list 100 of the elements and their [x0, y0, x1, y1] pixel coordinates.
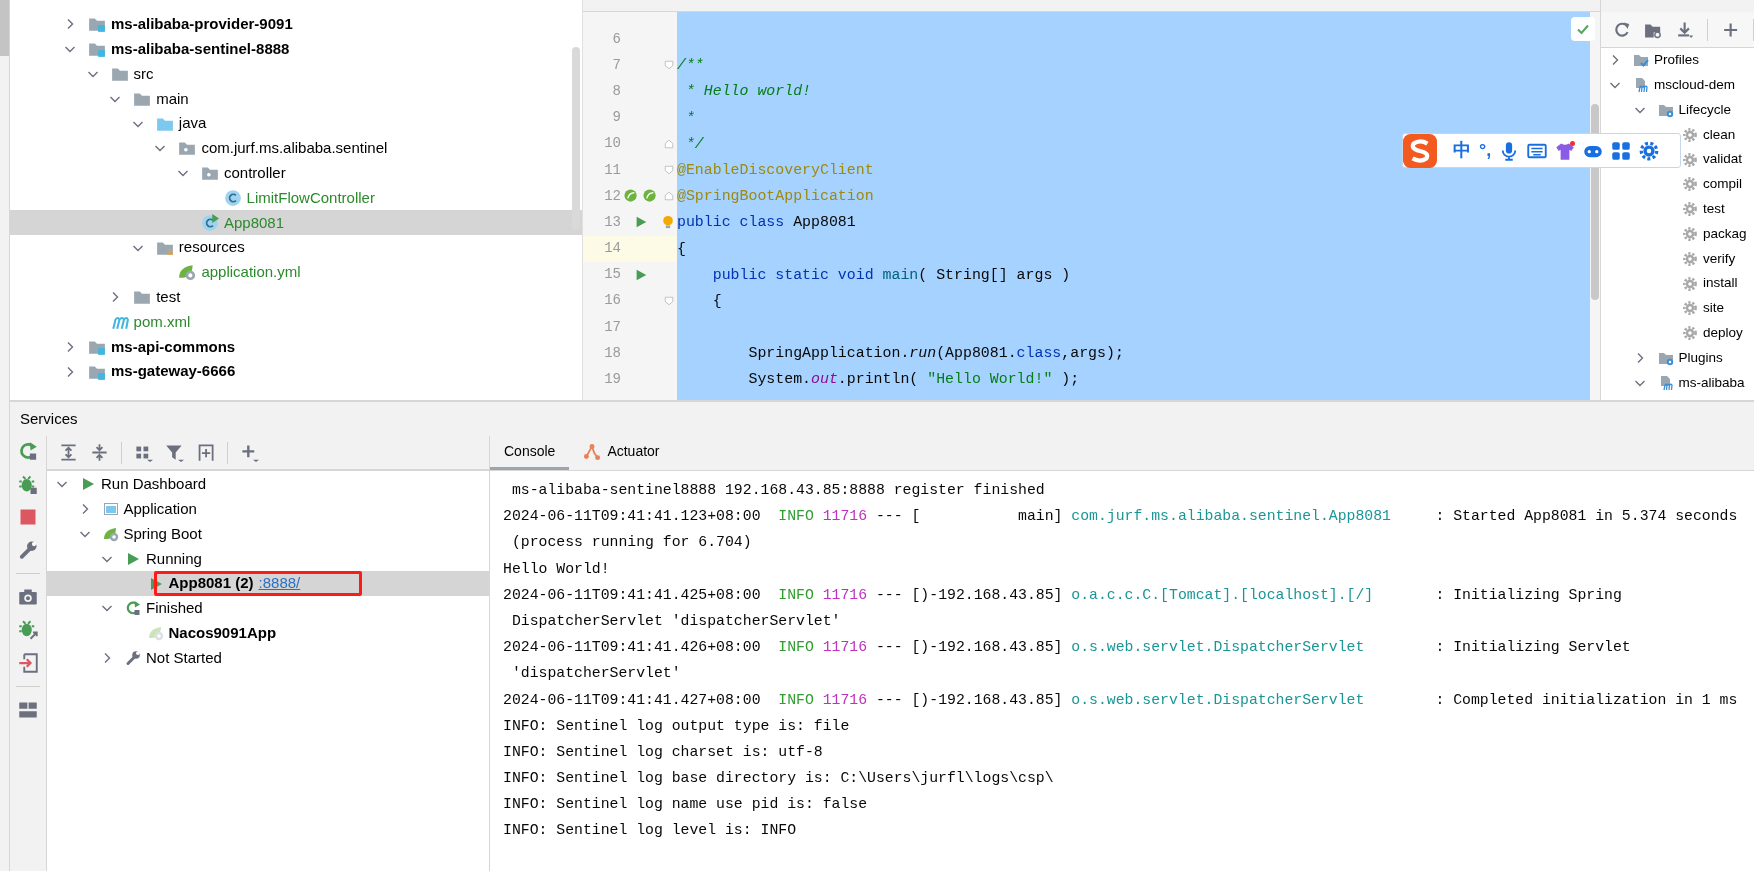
download-icon[interactable]	[1675, 20, 1693, 39]
spring-icon	[102, 526, 119, 542]
project-tree-item[interactable]: java	[10, 111, 582, 136]
line-number: 18	[603, 343, 621, 363]
gear-icon	[1682, 201, 1698, 218]
log-line: 2024-06-11T09:41:41.426+08:00 INFO 11716 --- [)-192.168.43.85] o.s.web.servlet.DispatcherServlet : Initializing Servlet	[503, 638, 1632, 658]
maven-tree-item[interactable]: packag	[1601, 221, 1754, 247]
exit-icon[interactable]	[18, 653, 38, 673]
log-line: ms-alibaba-sentinel8888 192.168.43.85:8888 register finished	[510, 481, 1046, 500]
fold-marker-icon[interactable]	[664, 137, 674, 150]
wrench-icon[interactable]	[18, 540, 38, 560]
service-tree-item[interactable]: Running	[47, 546, 489, 572]
fold-marker-icon[interactable]	[664, 164, 674, 177]
code-line: {	[677, 239, 686, 259]
view-tab[interactable]: Actuator	[569, 436, 674, 470]
project-tree-item[interactable]: main	[10, 86, 582, 112]
line-number: 14	[603, 239, 621, 259]
collapse-all-icon[interactable]	[90, 443, 109, 462]
layout-icon[interactable]	[18, 700, 38, 720]
project-tree-item[interactable]: resources	[10, 235, 582, 260]
project-tree-item[interactable]: com.jurf.ms.alibaba.sentinel	[10, 136, 582, 161]
line-number: 11	[603, 160, 621, 180]
maven-tree-item[interactable]: site	[1601, 295, 1754, 321]
gear-icon	[1682, 151, 1698, 168]
line-number: 15	[603, 265, 621, 285]
actuator-icon	[583, 442, 602, 461]
project-tree-item[interactable]: ms-api-commons	[10, 334, 582, 360]
bean-icon[interactable]	[624, 188, 639, 204]
project-tree-item[interactable]: ms-alibaba-sentinel-8888	[10, 36, 582, 62]
ime-logo-icon[interactable]	[1403, 133, 1437, 168]
service-tree-item[interactable]: Application	[47, 496, 489, 522]
project-tree-item[interactable]: ms-alibaba-provider-9091	[10, 12, 582, 37]
gear-icon	[1682, 325, 1698, 342]
expand-all-icon[interactable]	[59, 443, 78, 462]
rerun-icon	[125, 600, 141, 617]
wrench-icon	[125, 649, 141, 666]
add-service-icon[interactable]	[196, 443, 215, 462]
line-number: 17	[603, 317, 621, 337]
maven-tree-item[interactable]: deploy	[1601, 320, 1754, 346]
fold-marker-icon[interactable]	[664, 59, 674, 72]
input-mode-toggle[interactable]: 中	[1453, 137, 1471, 164]
maven-tree-item[interactable]: clean	[1601, 122, 1754, 148]
maven-tree-item[interactable]: verify	[1601, 246, 1754, 272]
settings-icon[interactable]	[1639, 140, 1660, 161]
service-tree-item[interactable]: Finished	[47, 596, 489, 621]
maven-tree-item[interactable]: install	[1601, 271, 1754, 296]
apps-icon[interactable]	[1611, 140, 1632, 161]
maven-tree-item[interactable]: Lifecycle	[1601, 97, 1754, 123]
debug-attach-icon[interactable]	[18, 620, 38, 640]
maven-tree-item[interactable]: ms-alibaba	[1601, 370, 1754, 396]
package-icon	[201, 164, 219, 183]
punctuation-toggle[interactable]: °,	[1479, 137, 1492, 164]
maven-tree-item[interactable]: mscloud-dem	[1601, 72, 1754, 98]
inspection-ok-icon[interactable]	[1571, 17, 1595, 41]
log-line: INFO: Sentinel log name use pid is: false	[503, 795, 869, 815]
fold-marker-icon[interactable]	[664, 294, 674, 307]
service-tree-item[interactable]: App8081 (2) :8888/	[47, 571, 489, 596]
code-line: /**	[677, 56, 704, 76]
line-number: 10	[603, 134, 621, 154]
stop-icon[interactable]	[18, 507, 38, 527]
maven-tree-item[interactable]: validat	[1601, 147, 1754, 172]
filter-icon[interactable]	[165, 443, 184, 462]
panel-title: Services	[20, 408, 78, 429]
project-tree-item[interactable]: LimitFlowController	[10, 185, 582, 211]
shirt-icon[interactable]	[1555, 140, 1576, 161]
port-link[interactable]: :8888/	[258, 572, 301, 595]
service-tree-item[interactable]: Spring Boot	[47, 521, 489, 547]
project-tree-item[interactable]: ms-gateway-6666	[10, 359, 582, 384]
bulb-icon[interactable]	[661, 214, 675, 231]
fold-marker-icon[interactable]	[664, 190, 674, 203]
project-tree-item[interactable]: src	[10, 61, 582, 87]
code-line: * Hello world!	[684, 82, 812, 102]
maven-tree-item[interactable]: test	[1601, 196, 1754, 222]
log-line: DispatcherServlet 'dispatcherServlet'	[510, 611, 842, 631]
run-icon[interactable]	[634, 267, 648, 282]
project-tree-item[interactable]: controller	[10, 160, 582, 186]
refresh-icon[interactable]	[1613, 20, 1631, 39]
view-tab[interactable]: Console	[490, 436, 570, 470]
plus-icon[interactable]	[240, 443, 259, 462]
line-number: 7	[611, 55, 621, 75]
code-line: public static void main( String[] args )	[711, 265, 1071, 285]
code-line: *	[684, 108, 695, 128]
run-icon[interactable]	[634, 215, 648, 230]
service-tree-item[interactable]: Nacos9091App	[47, 620, 489, 646]
camera-icon[interactable]	[18, 587, 38, 607]
scrollbar-thumb[interactable]	[572, 47, 580, 230]
rerun-icon[interactable]	[18, 441, 38, 461]
project-tree-item[interactable]: application.yml	[10, 259, 582, 285]
maven-tree-item[interactable]: Profiles	[1601, 48, 1754, 73]
service-tree-item[interactable]: Run Dashboard	[47, 472, 489, 497]
project-tree-item[interactable]: pom.xml	[10, 309, 582, 335]
run-icon	[125, 550, 141, 567]
project-tree-item[interactable]: test	[10, 284, 582, 310]
maven-tree-item[interactable]: compil	[1601, 172, 1754, 197]
service-tree-item[interactable]: Not Started	[47, 645, 489, 671]
debug-icon[interactable]	[18, 474, 38, 494]
maven-tree-item[interactable]: Plugins	[1601, 345, 1754, 371]
folder-icon	[110, 65, 129, 83]
log-line: (process running for 6.704)	[510, 533, 753, 553]
bean-icon[interactable]	[643, 188, 658, 204]
